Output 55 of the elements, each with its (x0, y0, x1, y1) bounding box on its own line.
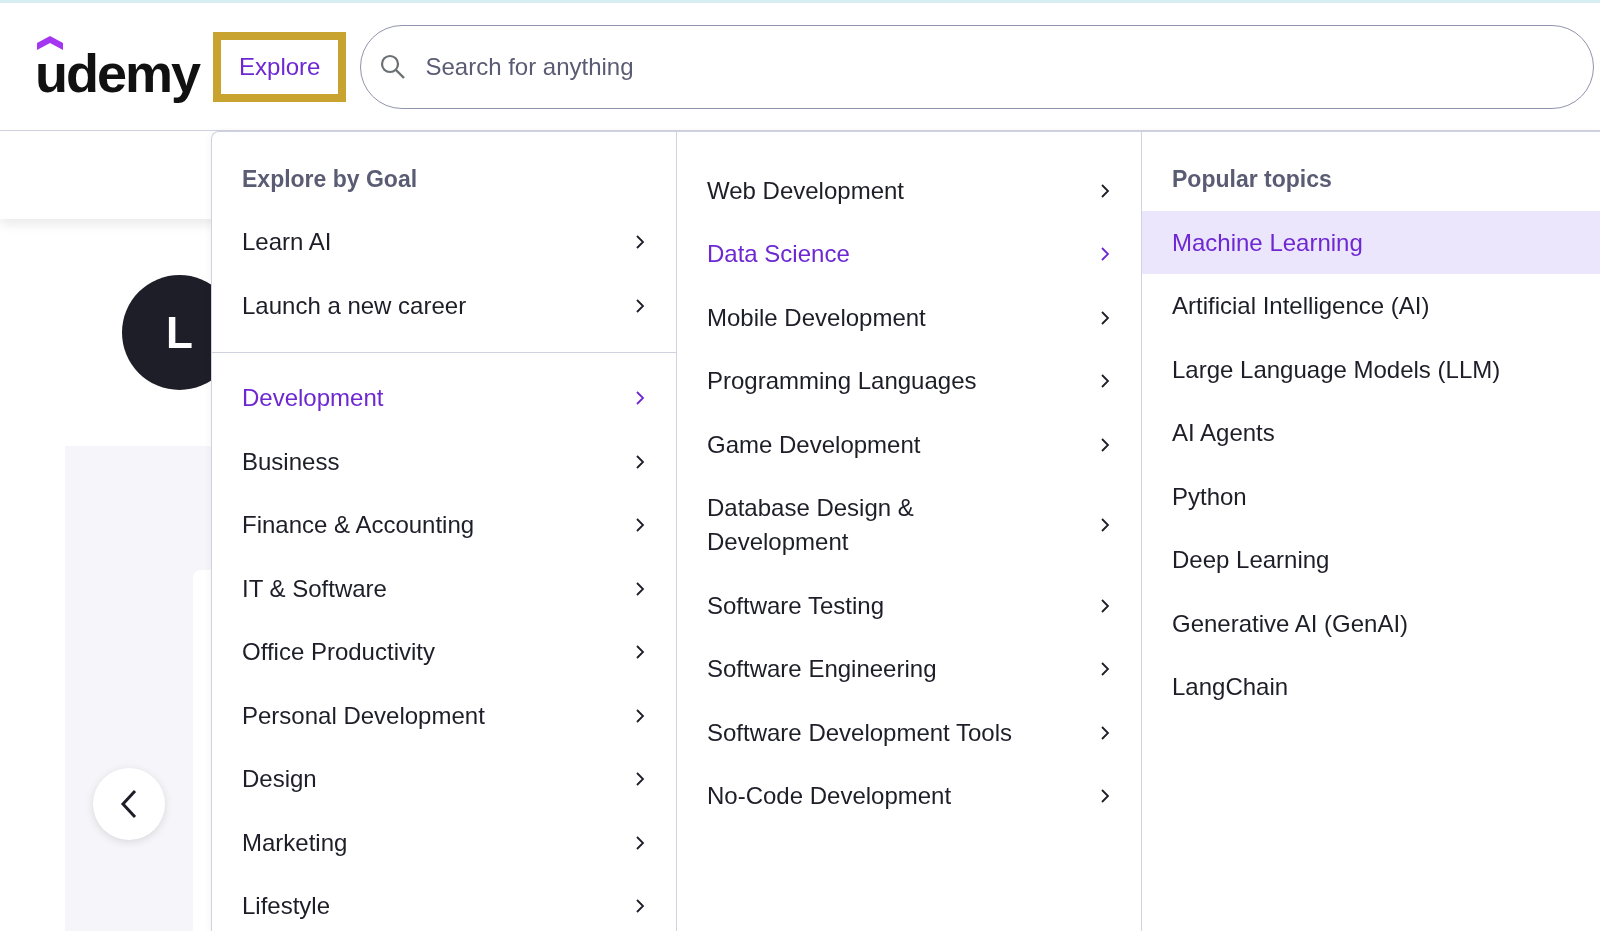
chevron-right-icon (634, 390, 646, 407)
menu-item[interactable]: Game Development (677, 413, 1141, 477)
chevron-right-icon (1099, 597, 1111, 614)
topic-link[interactable]: Python (1142, 464, 1600, 528)
chevron-right-icon (634, 898, 646, 915)
chevron-right-icon (634, 834, 646, 851)
chevron-right-icon (1099, 436, 1111, 453)
menu-item[interactable]: No-Code Development (677, 764, 1141, 828)
menu-item[interactable]: Software Engineering (677, 637, 1141, 701)
chevron-right-icon (634, 644, 646, 661)
section-heading: Popular topics (1171, 165, 1333, 194)
logo-mark-icon (37, 35, 63, 50)
menu-item[interactable]: Web Development (677, 159, 1141, 223)
chevron-right-icon (634, 297, 646, 314)
topic-link[interactable]: Deep Learning (1142, 528, 1600, 592)
menu-item[interactable]: IT & Software (212, 557, 676, 621)
section-heading: Explore by Goal (241, 165, 419, 194)
topic-link[interactable]: Artificial Intelligence (AI) (1142, 274, 1600, 338)
menu-item[interactable]: Mobile Development (677, 286, 1141, 350)
menu-item[interactable]: Lifestyle (212, 874, 676, 931)
menu-item[interactable]: Personal Development (212, 684, 676, 748)
menu-item[interactable]: Software Development Tools (677, 701, 1141, 765)
chevron-right-icon (1099, 517, 1111, 534)
explore-button[interactable]: Explore (213, 31, 347, 102)
menu-item[interactable]: Design (212, 747, 676, 811)
chevron-right-icon (634, 517, 646, 534)
search-field[interactable]: Search for anything (360, 24, 1594, 109)
topic-link[interactable]: Machine Learning (1142, 210, 1600, 274)
chevron-right-icon (634, 234, 646, 251)
chevron-right-icon (634, 453, 646, 470)
chevron-right-icon (634, 771, 646, 788)
menu-item[interactable]: Business (212, 430, 676, 494)
chevron-right-icon (1099, 309, 1111, 326)
menu-item[interactable]: Office Productivity (212, 620, 676, 684)
menu-item[interactable]: Software Testing (677, 574, 1141, 638)
topic-link[interactable]: AI Agents (1142, 401, 1600, 465)
menu-item[interactable]: Database Design & Development (677, 476, 1141, 574)
menu-item[interactable]: Programming Languages (677, 349, 1141, 413)
menu-item[interactable]: Data Science (677, 222, 1141, 286)
chevron-left-icon (120, 789, 138, 819)
chevron-right-icon (634, 707, 646, 724)
menu-item[interactable]: Learn AI (212, 210, 676, 274)
topic-link[interactable]: Generative AI (GenAI) (1142, 591, 1600, 655)
topic-link[interactable]: Large Language Models (LLM) (1142, 337, 1600, 401)
chevron-right-icon (634, 580, 646, 597)
chevron-right-icon (1099, 661, 1111, 678)
chevron-right-icon (1099, 724, 1111, 741)
search-icon (380, 53, 407, 80)
menu-item[interactable]: Finance & Accounting (212, 493, 676, 557)
chevron-right-icon (1099, 373, 1111, 390)
chevron-right-icon (1099, 182, 1111, 199)
topic-link[interactable]: LangChain (1142, 655, 1600, 719)
chevron-right-icon (1099, 246, 1111, 263)
chevron-right-icon (1099, 788, 1111, 805)
menu-item[interactable]: Marketing (212, 811, 676, 875)
